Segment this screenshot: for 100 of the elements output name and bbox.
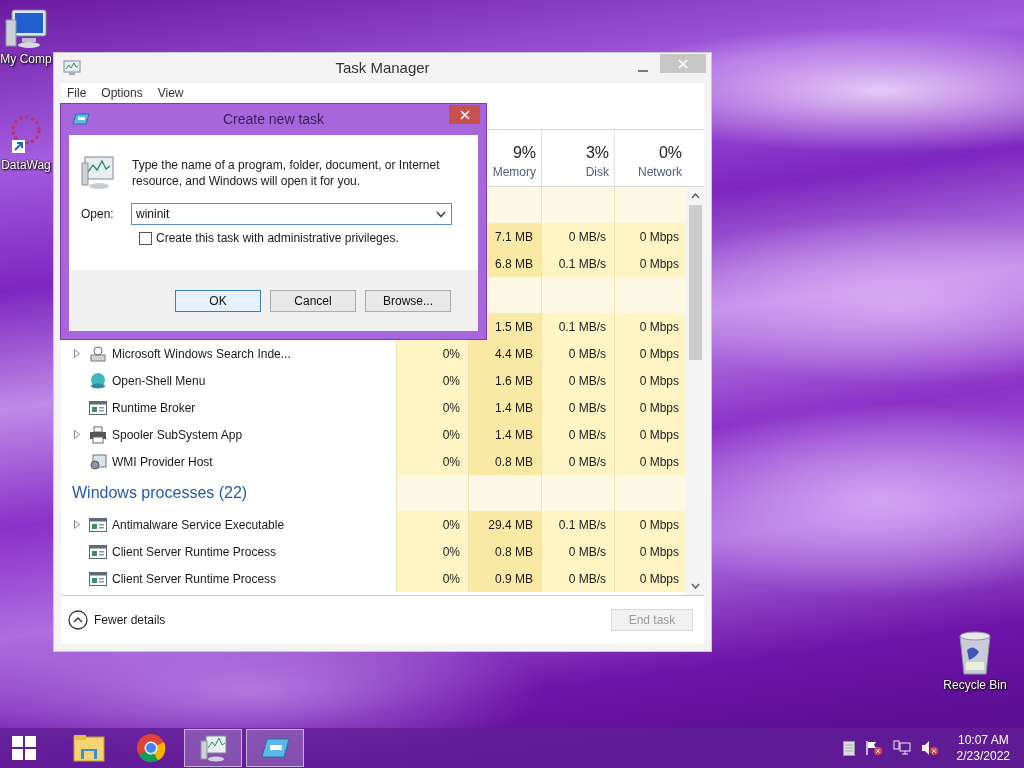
run-icon <box>72 113 90 125</box>
close-icon[interactable] <box>459 109 470 120</box>
table-cell: 0 Mbps <box>614 250 686 277</box>
table-cell: 0.8 MB <box>468 448 541 475</box>
desktop-icon-label[interactable]: DataWag <box>1 158 51 172</box>
open-input-field[interactable]: wininit <box>131 203 452 225</box>
table-cell: 0.1 MB/s <box>541 313 614 340</box>
open-label: Open: <box>81 207 115 221</box>
windows-logo-icon[interactable] <box>11 735 37 761</box>
run-taskbar-button[interactable] <box>246 729 304 767</box>
table-cell: 0% <box>396 394 468 421</box>
expand-arrow-icon[interactable] <box>74 430 80 439</box>
table-cell: 0.8 MB <box>468 538 541 565</box>
process-name[interactable]: Microsoft Windows Search Inde... <box>112 346 291 361</box>
network-icon[interactable] <box>892 740 911 756</box>
table-cell: 0% <box>396 448 468 475</box>
table-cell: 0% <box>396 421 468 448</box>
process-name[interactable]: Runtime Broker <box>112 400 196 415</box>
expand-arrow-icon[interactable] <box>74 349 80 358</box>
app-window-icon <box>89 570 107 587</box>
chevron-up-circle-icon <box>68 610 88 630</box>
column-header[interactable]: 0% Network <box>614 130 687 186</box>
menu-item[interactable]: File <box>67 85 87 100</box>
menu-item[interactable]: Options <box>101 85 143 100</box>
app-window-icon <box>89 516 107 533</box>
volume-muted-icon[interactable] <box>920 740 939 756</box>
dialog-title: Create new task <box>222 111 325 127</box>
desktop-icon-label[interactable]: Recycle Bin <box>943 678 1007 692</box>
table-cell <box>614 277 686 313</box>
table-cell: 0 Mbps <box>614 538 686 565</box>
scroll-up-icon[interactable] <box>690 193 700 199</box>
table-cell: 0 MB/s <box>541 223 614 250</box>
checkbox[interactable] <box>139 231 152 245</box>
action-center-icon[interactable] <box>842 740 855 756</box>
table-cell: 0 Mbps <box>614 313 686 340</box>
task-manager-taskbar-button[interactable] <box>184 729 242 767</box>
table-cell: 0% <box>396 367 468 394</box>
scrollbar-thumb[interactable] <box>688 205 702 360</box>
dialog-button[interactable]: OK <box>175 290 261 312</box>
fewer-details-link[interactable]: Fewer details <box>68 610 166 630</box>
close-button[interactable] <box>449 105 480 124</box>
shell-icon <box>89 371 107 390</box>
scrollbar[interactable] <box>686 187 704 595</box>
table-cell: 0 MB/s <box>541 367 614 394</box>
gear-window-icon <box>89 452 107 471</box>
table-cell: 0% <box>396 565 468 592</box>
table-cell: 0 MB/s <box>541 538 614 565</box>
menu-item[interactable]: View <box>157 85 184 100</box>
dropdown-caret-icon[interactable] <box>436 211 446 218</box>
computer-icon[interactable] <box>4 8 48 50</box>
table-cell: 0 MB/s <box>541 448 614 475</box>
table-cell: 4.4 MB <box>468 340 541 367</box>
process-name[interactable]: WMI Provider Host <box>112 454 213 469</box>
table-cell: 0 MB/s <box>541 565 614 592</box>
table-cell: 1.6 MB <box>468 367 541 394</box>
checkbox-label[interactable]: Create this task with administrative privileges. <box>156 231 399 245</box>
window-title: Task Manager <box>335 59 430 76</box>
printer-icon <box>89 425 107 444</box>
monitor-chart-icon[interactable] <box>198 733 228 763</box>
clock-time: 10:07 AM <box>957 732 1009 748</box>
browser-icon[interactable] <box>136 733 166 763</box>
table-cell: 0% <box>396 538 468 565</box>
table-cell: 0 Mbps <box>614 448 686 475</box>
run-icon[interactable] <box>260 737 290 759</box>
app-window-icon <box>89 543 107 560</box>
table-cell: 1.4 MB <box>468 421 541 448</box>
process-name[interactable]: Client Server Runtime Process <box>112 571 277 586</box>
table-cell: 0 Mbps <box>614 340 686 367</box>
table-cell: 0% <box>396 511 468 538</box>
desktop-icon-label[interactable]: My Comp <box>0 52 52 66</box>
table-cell: 0.9 MB <box>468 565 541 592</box>
expand-arrow-icon[interactable] <box>74 520 80 529</box>
monitor-chart-icon <box>63 60 81 76</box>
table-cell: 0 Mbps <box>614 511 686 538</box>
monitor-chart-icon <box>81 155 115 191</box>
table-cell: 0 Mbps <box>614 367 686 394</box>
process-name[interactable]: Client Server Runtime Process <box>112 544 277 559</box>
process-name[interactable]: Open-Shell Menu <box>112 373 206 388</box>
table-cell <box>614 475 686 511</box>
table-cell: 0 Mbps <box>614 421 686 448</box>
table-cell: 0.1 MB/s <box>541 511 614 538</box>
group-heading: Windows processes (22) <box>71 484 248 502</box>
dialog-button[interactable]: Cancel <box>270 290 356 312</box>
app-window-icon <box>89 399 107 416</box>
flag-error-icon[interactable] <box>864 740 883 756</box>
table-cell: 0 Mbps <box>614 565 686 592</box>
table-cell: 0% <box>396 340 468 367</box>
clock-date: 2/23/2022 <box>956 748 1010 764</box>
table-cell: 0 MB/s <box>541 421 614 448</box>
table-cell: 0 MB/s <box>541 394 614 421</box>
scroll-down-icon[interactable] <box>690 583 700 589</box>
dialog-button[interactable]: Browse... <box>365 290 451 312</box>
folder-icon[interactable] <box>72 733 106 763</box>
table-cell: 0 MB/s <box>541 340 614 367</box>
process-name[interactable]: Antimalware Service Executable <box>112 517 285 532</box>
table-cell: 0 Mbps <box>614 394 686 421</box>
clock[interactable]: 10:07 AM 2/23/2022 <box>956 732 1010 764</box>
process-name[interactable]: Spooler SubSystem App <box>112 427 243 442</box>
column-header[interactable]: 3% Disk <box>541 130 614 186</box>
table-cell <box>614 187 686 223</box>
